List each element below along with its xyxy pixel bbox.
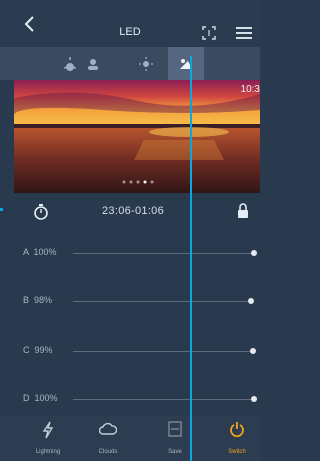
sun-icon [139,56,153,71]
nav-lightning[interactable]: Lightning [22,415,74,461]
sunset-photo [14,80,260,193]
slider-knob[interactable] [251,250,257,256]
nav-switch[interactable]: Switch [211,415,263,461]
power-icon [230,422,244,437]
channel-label: A 100% [23,247,57,257]
slider-knob[interactable] [251,396,257,402]
tab-sunset[interactable] [168,47,204,80]
photo-page-indicator[interactable] [0,179,260,185]
tab-moon[interactable] [228,47,264,80]
time-range[interactable]: 23:06-01:06 [102,205,164,217]
channel-label: B 98% [23,295,53,305]
stopwatch-icon[interactable] [33,203,49,221]
nav-label: Clouds [98,449,118,455]
nav-label: Save [168,449,182,455]
tab-daylight[interactable] [75,47,111,80]
slider-track[interactable] [73,301,254,302]
channel-label: C 99% [23,345,53,355]
channel-slider-d[interactable]: D 100% [0,389,260,411]
nav-label: Switch [228,449,246,455]
crop-frame-icon[interactable] [202,26,216,40]
photo-time-label: 10:3 [240,84,260,95]
lock-icon[interactable] [237,203,249,219]
overlay-guide-line [190,56,192,461]
nav-label: Lightning [35,449,61,455]
sun-cloud-icon [88,58,98,70]
bottom-nav: Lightning Clouds Save Switch [0,415,260,461]
save-icon [168,421,182,437]
page-title: LED [119,26,141,38]
slider-track[interactable] [73,351,254,352]
cloud-icon [99,422,117,435]
mode-tabs [0,47,260,80]
slider-knob[interactable] [248,298,254,304]
slider-track[interactable] [73,253,254,254]
channel-label: D 100% [23,393,58,403]
side-marker [0,208,3,211]
slider-track[interactable] [73,399,254,400]
slider-knob[interactable] [250,348,256,354]
channel-slider-c[interactable]: C 99% [0,341,260,363]
nav-save[interactable]: Save [149,415,201,461]
channel-slider-a[interactable]: A 100% [0,243,260,265]
moon-icon [242,57,248,70]
lightning-icon [42,421,54,439]
channel-slider-b[interactable]: B 98% [0,291,260,313]
nav-clouds[interactable]: Clouds [82,415,134,461]
tab-sun[interactable] [128,47,164,80]
menu-icon[interactable] [236,27,252,39]
header-bar [0,0,260,47]
